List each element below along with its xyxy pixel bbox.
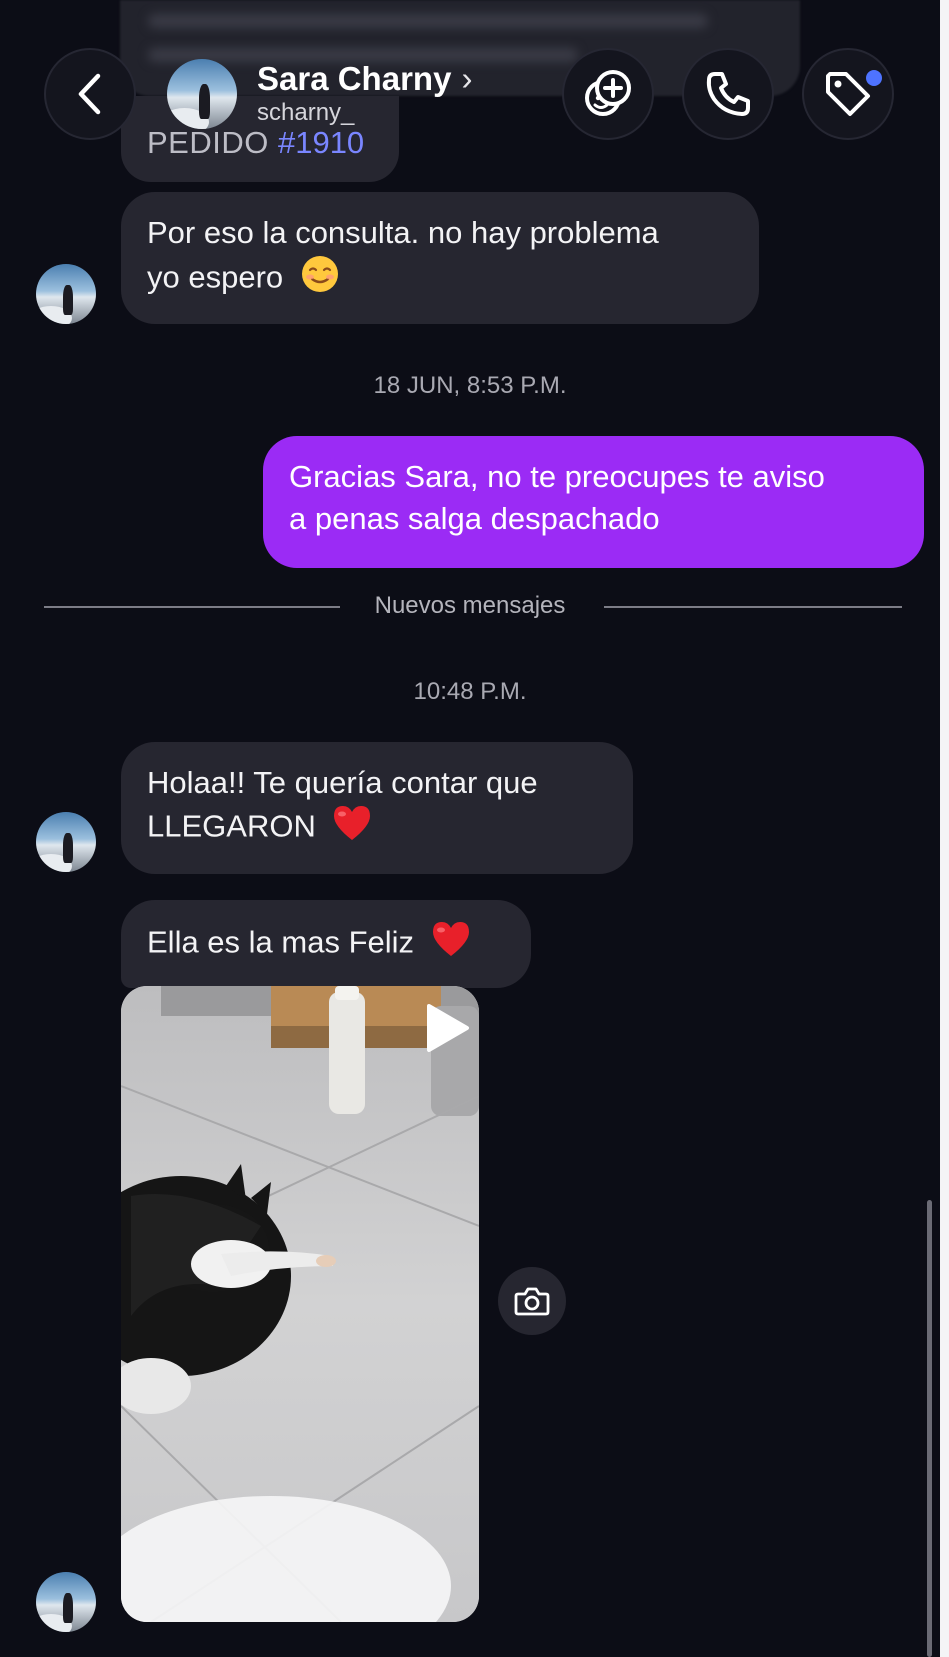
call-button[interactable] [682, 48, 774, 140]
new-messages-divider-label: Nuevos mensajes [374, 592, 566, 619]
order-prefix: PEDIDO [147, 125, 278, 160]
message-text-line: Por eso la consulta. no hay problema [147, 215, 659, 250]
contact-name-row[interactable]: Sara Charny › [257, 60, 472, 98]
sender-avatar[interactable] [36, 264, 96, 324]
camera-reply-button[interactable] [498, 1267, 566, 1335]
contact-header[interactable]: Sara Charny › scharny_ [167, 58, 472, 130]
camera-icon [514, 1287, 550, 1316]
chevron-right-icon: › [461, 60, 473, 97]
add-reaction-button[interactable] [562, 48, 654, 140]
video-frame-image [121, 986, 479, 1622]
video-message-thumbnail[interactable] [121, 986, 479, 1622]
smiling-face-emoji-icon [300, 254, 340, 305]
tag-button[interactable] [802, 48, 894, 140]
message-text-line: Gracias Sara, no te preocupes te aviso [289, 459, 825, 494]
message-text: Ella es la mas Feliz [147, 924, 415, 960]
contact-name: Sara Charny [257, 60, 452, 97]
back-button[interactable] [44, 48, 136, 140]
message-text-line: yo espero [147, 259, 284, 295]
right-edge-strip [940, 0, 949, 1657]
add-reaction-icon [585, 70, 631, 116]
contact-handle: scharny_ [257, 99, 355, 126]
play-icon[interactable] [423, 1002, 471, 1054]
chat-screen: PEDIDO #1910 Sara Charny › scharny_ Por … [0, 0, 940, 1657]
red-heart-emoji-icon [332, 804, 372, 853]
notification-badge [866, 70, 882, 86]
message-text-line: a penas salga despachado [289, 501, 660, 536]
outgoing-message-bubble: Gracias Sara, no te preocupes te aviso a… [263, 436, 924, 568]
scrollbar[interactable] [927, 1200, 932, 1657]
incoming-message-bubble: Por eso la consulta. no hay problema yo … [121, 192, 759, 324]
sender-avatar[interactable] [36, 812, 96, 872]
message-text-line: LLEGARON [147, 808, 316, 844]
chevron-left-icon [78, 73, 101, 115]
red-heart-emoji-icon [431, 920, 471, 969]
incoming-message-bubble: Ella es la mas Feliz [121, 900, 531, 988]
message-timestamp: 18 JUN, 8:53 P.M. [373, 372, 567, 399]
contact-avatar[interactable] [167, 59, 237, 129]
phone-icon [706, 72, 750, 116]
incoming-message-bubble: Holaa!! Te quería contar que LLEGARON [121, 742, 633, 874]
message-text-line: Holaa!! Te quería contar que [147, 765, 538, 800]
order-number-link[interactable]: #1910 [278, 125, 364, 160]
message-timestamp: 10:48 P.M. [413, 678, 527, 705]
sender-avatar[interactable] [36, 1572, 96, 1632]
